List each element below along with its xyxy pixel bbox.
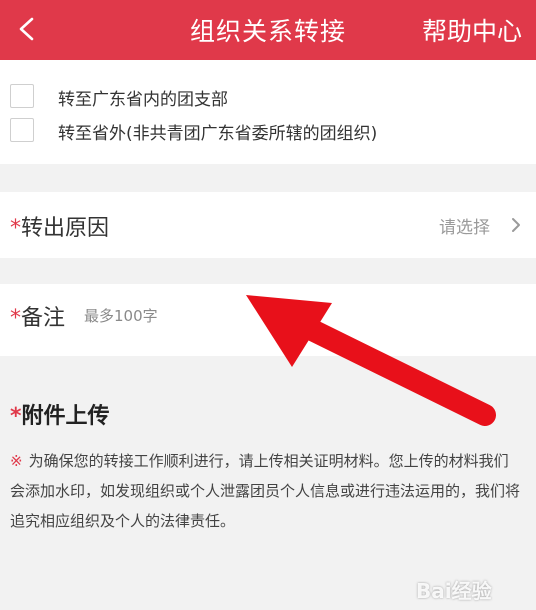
app-header: 组织关系转接 帮助中心 [0,0,536,60]
checkbox[interactable] [10,118,34,142]
page: 组织关系转接 帮助中心 转至广东省内的团支部 转至省外(非共青团广东省委所辖的团… [0,0,536,610]
chevron-right-icon [512,218,520,232]
remark-input[interactable] [84,298,504,334]
notice-mark: ※ [10,452,23,470]
required-mark: * [10,216,21,241]
option-label: 转至省外(非共青团广东省委所辖的团组织) [58,124,378,144]
option-outside-province[interactable]: 转至省外(非共青团广东省委所辖的团组织) [0,116,536,146]
back-button[interactable] [4,6,48,52]
required-mark: * [10,404,22,429]
option-within-province[interactable]: 转至广东省内的团支部 [0,82,536,112]
option-label: 转至广东省内的团支部 [58,90,228,110]
transfer-reason-select[interactable]: *转出原因 请选择 [0,192,536,258]
reason-label-text: 转出原因 [21,216,110,241]
notice-text: 为确保您的转接工作顺利进行，请上传相关证明材料。您上传的材料我们会添加水印，如发… [10,452,521,530]
chevron-left-icon [19,17,34,41]
transfer-options: 转至广东省内的团支部 转至省外(非共青团广东省委所辖的团组织) [0,60,536,164]
attachment-title: *附件上传 [10,398,110,430]
reason-label: *转出原因 [10,210,109,242]
remark-field: *备注 [0,284,536,356]
attachment-title-text: 附件上传 [21,404,110,429]
reason-placeholder: 请选择 [439,218,490,238]
watermark-text: Bai经验 [416,578,492,603]
help-center-link[interactable]: 帮助中心 [422,0,522,60]
baidu-watermark: Bai经验 [416,574,526,604]
remark-label-text: 备注 [21,306,66,331]
page-title: 组织关系转接 [189,17,346,46]
checkbox[interactable] [10,84,34,108]
required-mark: * [10,306,21,331]
remark-label: *备注 [10,300,65,332]
attachment-notice: ※ 为确保您的转接工作顺利进行，请上传相关证明材料。您上传的材料我们会添加水印，如… [10,446,520,536]
